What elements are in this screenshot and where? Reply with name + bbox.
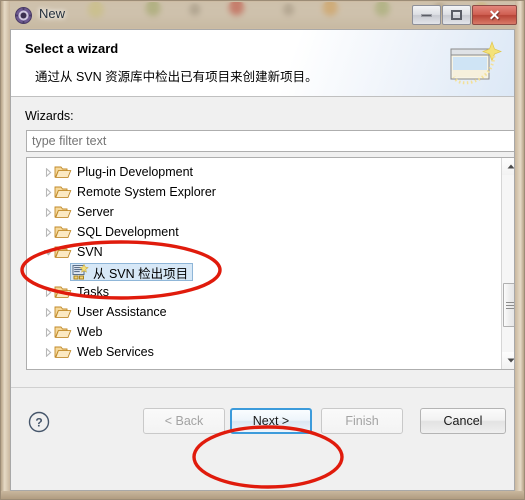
folder-icon: [54, 224, 72, 240]
tree-rows: Plug-in Development Remote System Explor…: [27, 162, 500, 362]
tree-item-sql-development[interactable]: SQL Development: [27, 222, 500, 242]
tree-item-label: Remote System Explorer: [77, 185, 216, 199]
tree-item-svn[interactable]: SVN: [27, 242, 500, 262]
tree-item-label: Web Services: [77, 345, 154, 359]
folder-icon: [54, 164, 72, 180]
window-frame-right: [515, 1, 524, 499]
minimize-icon: [421, 13, 432, 17]
tree-item-web-services[interactable]: Web Services: [27, 342, 500, 362]
close-icon: ✕: [488, 7, 501, 23]
tree-item-checkout-from-svn[interactable]: 从 SVN 检出项目: [27, 262, 500, 282]
chevron-right-icon[interactable]: [42, 222, 54, 242]
tree-item-label: Server: [77, 205, 114, 219]
page-title: Select a wizard: [25, 41, 119, 56]
svg-text:?: ?: [35, 416, 42, 430]
chevron-right-icon[interactable]: [42, 282, 54, 302]
new-wizard-window-icon: [448, 39, 502, 89]
tree-item-remote-system-explorer[interactable]: Remote System Explorer: [27, 182, 500, 202]
title-bar: New ✕: [2, 2, 523, 28]
help-question-icon[interactable]: ?: [28, 411, 50, 433]
dialog-window: New ✕ Select a wizard 通过从 SVN 资源库中检出已有项目…: [0, 0, 525, 500]
tree-item-plug-in-development[interactable]: Plug-in Development: [27, 162, 500, 182]
chevron-down-icon[interactable]: [42, 242, 54, 262]
wizard-body: Wizards: Plug-in Development: [11, 97, 514, 490]
cancel-button[interactable]: Cancel: [420, 408, 506, 434]
window-frame-left: [1, 1, 10, 499]
page-description: 通过从 SVN 资源库中检出已有项目来创建新项目。: [35, 70, 318, 84]
finish-button[interactable]: Finish: [321, 408, 403, 434]
search-input[interactable]: [26, 130, 514, 152]
chevron-right-icon[interactable]: [42, 182, 54, 202]
wizard-tree[interactable]: Plug-in Development Remote System Explor…: [26, 157, 514, 370]
folder-icon: [54, 304, 72, 320]
window-frame-bottom: [1, 491, 524, 499]
scroll-up-icon[interactable]: [502, 158, 514, 175]
tree-item-label: Plug-in Development: [77, 165, 194, 179]
restore-icon: [451, 10, 462, 20]
tree-item-server[interactable]: Server: [27, 202, 500, 222]
tree-item-label: User Assistance: [77, 305, 167, 319]
window-title: New: [39, 6, 66, 21]
tree-item-user-assistance[interactable]: User Assistance: [27, 302, 500, 322]
wizard-header: Select a wizard 通过从 SVN 资源库中检出已有项目来创建新项目…: [11, 30, 514, 97]
tree-item-label: 从 SVN 检出项目: [93, 266, 189, 281]
folder-icon: [54, 344, 72, 360]
wizards-label: Wizards:: [25, 109, 74, 123]
maximize-button[interactable]: [442, 5, 471, 25]
minimize-button[interactable]: [412, 5, 441, 25]
gear-icon: [15, 7, 32, 24]
tree-item-label: Tasks: [77, 285, 109, 299]
chevron-right-icon[interactable]: [42, 302, 54, 322]
folder-icon: [54, 204, 72, 220]
tree-item-label: SQL Development: [77, 225, 179, 239]
chevron-right-icon[interactable]: [42, 162, 54, 182]
folder-icon: [54, 244, 72, 260]
folder-icon: [54, 184, 72, 200]
tree-item-tasks[interactable]: Tasks: [27, 282, 500, 302]
dialog-button-bar: ? < Back Next > Finish Cancel: [11, 388, 514, 460]
scrollbar-grip-icon: [506, 301, 514, 309]
tree-item-web[interactable]: Web: [27, 322, 500, 342]
tree-item-label: Web: [77, 325, 103, 339]
svn-checkout-icon: [72, 263, 89, 280]
close-button[interactable]: ✕: [472, 5, 517, 25]
chevron-right-icon[interactable]: [42, 342, 54, 362]
selected-row-highlight: 从 SVN 检出项目: [70, 263, 194, 281]
window-controls: ✕: [412, 5, 517, 25]
scrollbar-thumb[interactable]: [503, 283, 514, 327]
back-button[interactable]: < Back: [143, 408, 225, 434]
chevron-right-icon[interactable]: [42, 322, 54, 342]
tree-item-label: SVN: [77, 245, 103, 259]
next-button[interactable]: Next >: [230, 408, 312, 434]
tree-vertical-scrollbar[interactable]: [501, 158, 514, 369]
folder-icon: [54, 284, 72, 300]
folder-icon: [54, 324, 72, 340]
dialog-client-area: Select a wizard 通过从 SVN 资源库中检出已有项目来创建新项目…: [10, 29, 515, 491]
chevron-right-icon[interactable]: [42, 202, 54, 222]
scroll-down-icon[interactable]: [502, 352, 514, 369]
